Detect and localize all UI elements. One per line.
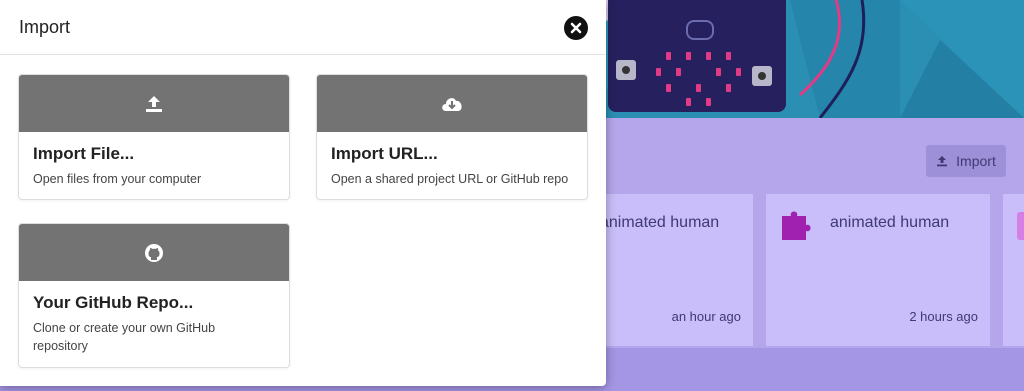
option-description: Open a shared project URL or GitHub repo (331, 172, 569, 186)
project-time: 2 hours ago (909, 309, 978, 324)
option-description: Open files from your computer (33, 172, 202, 186)
microbit-button-a (616, 60, 636, 80)
option-header (19, 75, 289, 132)
led (686, 52, 691, 60)
dialog-title: Import (19, 17, 71, 37)
option-title: Import File... (33, 144, 135, 163)
led (686, 98, 691, 106)
led (726, 52, 731, 60)
import-url-option[interactable]: Import URL... Open a shared project URL … (316, 74, 588, 200)
import-dialog: Import Import File... Open files from yo… (0, 0, 606, 386)
github-icon (145, 243, 163, 262)
microbit-logo (686, 20, 714, 40)
option-title: Import URL... (331, 144, 438, 163)
option-description: Clone or create your own GitHub reposito… (33, 321, 216, 353)
led (706, 52, 711, 60)
project-icon-partial (1017, 212, 1024, 240)
project-name: animated human (830, 214, 950, 231)
project-time: an hour ago (671, 309, 741, 324)
led (676, 68, 681, 76)
import-file-option[interactable]: Import File... Open files from your comp… (18, 74, 290, 200)
background-import-label: Import (956, 153, 996, 169)
project-card[interactable]: animated human 2 hours ago (766, 194, 990, 346)
option-header (317, 75, 587, 132)
option-header (19, 224, 289, 281)
project-name: animated human (600, 214, 720, 231)
puzzle-icon (782, 211, 811, 240)
led (666, 84, 671, 92)
dialog-header: Import (0, 0, 606, 55)
led (736, 68, 741, 76)
cloud-download-icon (442, 97, 462, 111)
led (726, 84, 731, 92)
project-card[interactable]: animated human an hour ago (590, 194, 753, 346)
led (706, 98, 711, 106)
project-card[interactable] (1003, 194, 1024, 346)
microbit-button-b (752, 66, 772, 86)
microbit-illustration (608, 0, 786, 112)
upload-icon (937, 156, 948, 167)
background-import-button[interactable]: Import (926, 145, 1006, 177)
close-icon (570, 22, 582, 34)
led (696, 84, 701, 92)
github-repo-option[interactable]: Your GitHub Repo... Clone or create your… (18, 223, 290, 368)
option-title: Your GitHub Repo... (33, 293, 194, 312)
led (716, 68, 721, 76)
close-button[interactable] (564, 16, 588, 40)
upload-icon (146, 95, 162, 112)
led (666, 52, 671, 60)
led (656, 68, 661, 76)
